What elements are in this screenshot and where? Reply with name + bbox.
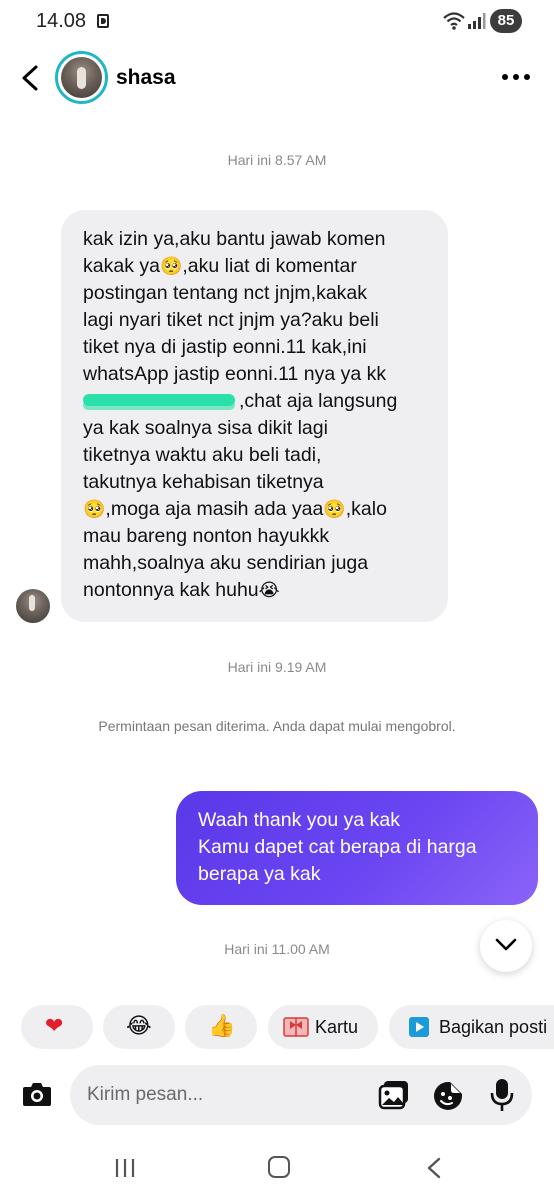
wifi-icon — [443, 12, 465, 30]
message-line: takutnya kehabisan tiketnya — [83, 471, 324, 493]
home-icon[interactable] — [268, 1156, 290, 1178]
chat-header: shasa — [0, 44, 554, 112]
message-line: tiketnya waktu aku beli tadi, — [83, 444, 322, 466]
pleading-emoji: 🥺 — [83, 499, 106, 520]
mic-icon[interactable] — [490, 1078, 514, 1112]
contact-avatar[interactable] — [55, 51, 108, 104]
outgoing-message-bubble[interactable]: Waah thank you ya kak Kamu dapet cat ber… — [176, 791, 538, 905]
recent-apps-icon[interactable] — [114, 1158, 136, 1178]
battery-badge: 85 — [490, 9, 522, 33]
message-line: ,kalo — [345, 498, 387, 520]
timestamp: Hari ini 11.00 AM — [224, 941, 330, 957]
timestamp: Hari ini 9.19 AM — [227, 659, 327, 675]
signal-icon — [468, 13, 486, 29]
crying-emoji: 😭 — [258, 580, 280, 601]
card-chip-label: Kartu — [315, 1017, 359, 1037]
share-post-chip[interactable]: Bagikan posti — [389, 1005, 554, 1049]
thumbs-up-icon: 👍 — [208, 1014, 236, 1039]
message-line: kakak ya — [83, 255, 160, 277]
card-chip[interactable]: Kartu — [268, 1005, 378, 1049]
camera-icon[interactable] — [22, 1080, 52, 1108]
heart-icon: ❤ — [45, 1014, 64, 1039]
message-line: ,moga aja masih ada yaa — [105, 498, 324, 520]
message-line: tiket nya di jastip eonni.11 kak,ini — [83, 336, 367, 358]
quick-reply-row: ❤ 😂 👍 Kartu Bagikan posti — [0, 1005, 554, 1051]
message-line: kak izin ya,aku bantu jawab komen — [83, 228, 386, 250]
share-post-label: Bagikan posti — [439, 1017, 548, 1037]
avatar-image — [61, 57, 102, 98]
contact-name[interactable]: shasa — [116, 66, 176, 90]
message-line: ya kak soalnya sisa dikit lagi — [83, 417, 328, 439]
chevron-down-icon — [495, 938, 517, 951]
laughing-emoji-icon: 😂 — [126, 1014, 152, 1039]
message-line: ,aku liat di komentar — [182, 255, 357, 277]
system-nav-bar — [0, 1140, 554, 1200]
thumbs-up-chip[interactable]: 👍 — [185, 1005, 257, 1049]
gallery-icon[interactable] — [378, 1080, 410, 1110]
message-line: berapa ya kak — [198, 863, 321, 885]
message-line: whatsApp jastip eonni.11 nya ya kk — [83, 363, 387, 385]
pleading-emoji: 🥺 — [159, 256, 183, 277]
message-line: mahh,soalnya aku sendirian juga — [83, 552, 369, 574]
pleading-emoji: 🥺 — [323, 499, 346, 520]
message-line: nontonnya kak huhu — [83, 579, 259, 601]
heart-reaction-chip[interactable]: ❤ — [21, 1005, 93, 1049]
message-composer — [0, 1060, 554, 1130]
status-bar: 14.08 85 — [0, 0, 554, 44]
timestamp: Hari ini 8.57 AM — [227, 152, 327, 168]
message-line: Kamu dapet cat berapa di harga — [198, 836, 477, 858]
status-time: 14.08 — [36, 10, 87, 32]
message-line: lagi nyari tiket nct jnjm ya?aku beli — [83, 309, 379, 331]
message-line: mau bareng nonton hayukkk — [83, 525, 330, 547]
app-notification-icon — [97, 14, 109, 28]
chevron-left-icon[interactable] — [18, 64, 44, 92]
sticker-icon[interactable] — [432, 1080, 464, 1112]
redacted-phone-number — [83, 393, 235, 410]
laugh-reaction-chip[interactable]: 😂 — [103, 1005, 175, 1049]
incoming-message-bubble[interactable]: kak izin ya,aku bantu jawab komen kakak … — [61, 210, 448, 622]
request-accepted-note: Permintaan pesan diterima. Anda dapat mu… — [98, 718, 456, 734]
message-line: postingan tentang nct jnjm,kakak — [83, 282, 368, 304]
scroll-to-bottom-button[interactable] — [480, 920, 532, 972]
play-video-icon — [409, 1017, 429, 1037]
more-horizontal-icon[interactable] — [502, 74, 530, 82]
nav-back-icon[interactable] — [426, 1157, 442, 1179]
sender-avatar[interactable] — [16, 589, 50, 623]
message-line: Waah thank you ya kak — [198, 809, 400, 831]
gift-card-icon — [283, 1017, 309, 1037]
message-line: ,chat aja langsung — [239, 390, 398, 412]
